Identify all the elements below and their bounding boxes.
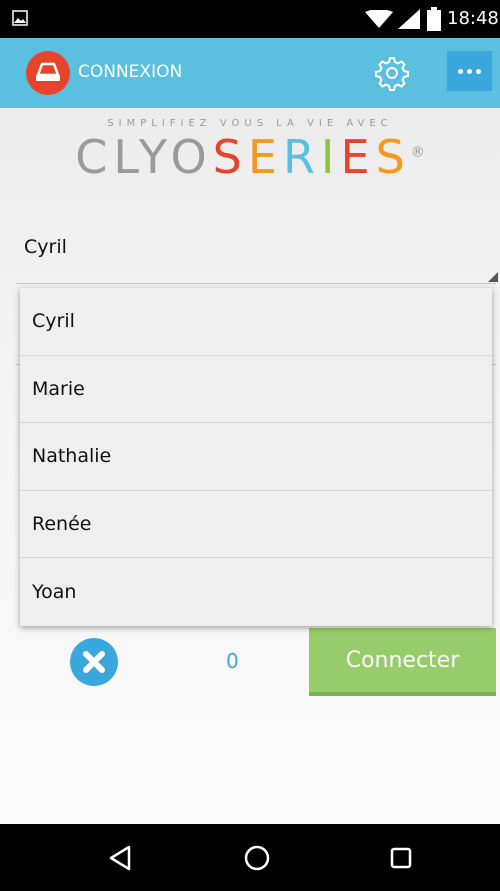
brand-logo-series: SERIES [212,130,411,184]
more-dots-icon [467,69,472,74]
page-title: CONNEXION [78,62,183,82]
pin-counter: 0 [226,649,239,673]
back-icon[interactable] [108,845,132,871]
dropdown-item-marie[interactable]: Marie [20,356,492,424]
recents-icon[interactable] [390,847,412,869]
user-spinner-value[interactable]: Cyril [24,236,67,258]
status-bar: 18:48 [0,0,500,38]
signal-icon [398,9,420,29]
dropdown-item-renee[interactable]: Renée [20,491,492,559]
brand-tagline: SIMPLIFIEZ VOUS LA VIE AVEC [107,118,393,129]
home-icon[interactable] [244,845,270,871]
wifi-icon [365,10,393,28]
app-logo-icon[interactable] [26,51,70,95]
dropdown-item-cyril[interactable]: Cyril [20,288,492,356]
app-bar: CONNEXION [0,38,500,108]
gear-icon [375,57,409,91]
overflow-menu-button[interactable] [447,51,492,91]
spinner-triangle-icon[interactable] [488,272,498,282]
more-dots-icon [458,69,463,74]
user-spinner-underline [16,283,496,284]
navigation-bar [0,824,500,891]
gallery-icon [12,10,28,26]
battery-icon [427,7,441,31]
more-dots-icon [476,69,481,74]
connect-button[interactable]: Connecter [309,628,496,696]
settings-button[interactable] [374,55,410,91]
status-clock: 18:48 [447,8,499,29]
dropdown-item-nathalie[interactable]: Nathalie [20,423,492,491]
registered-mark: ® [410,144,425,161]
clear-button[interactable] [70,638,118,686]
close-icon [83,651,105,673]
user-dropdown: Cyril Marie Nathalie Renée Yoan [20,288,492,626]
dropdown-item-yoan[interactable]: Yoan [20,558,492,626]
brand-logo-clyo: CLYO [75,130,213,184]
brand-logo: CLYOSERIES® [0,130,500,184]
